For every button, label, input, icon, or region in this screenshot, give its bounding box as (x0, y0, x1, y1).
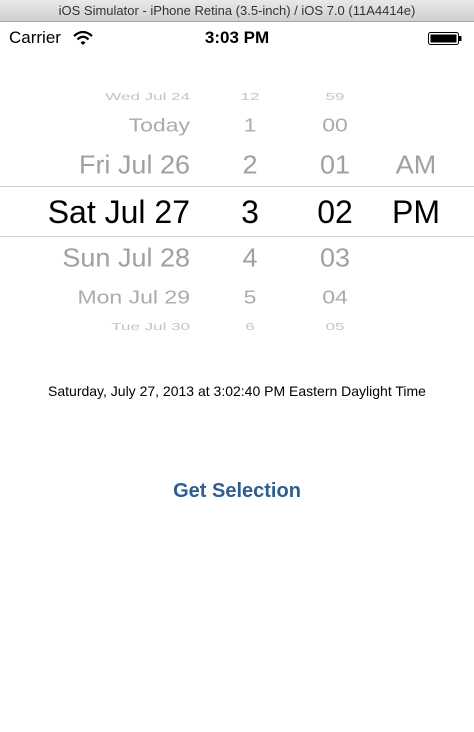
minute-row-selected[interactable]: 02 (295, 196, 375, 228)
simulator-title-bar: iOS Simulator - iPhone Retina (3.5-inch)… (0, 0, 474, 22)
hour-row[interactable]: 6 (210, 321, 290, 331)
hour-row[interactable]: 4 (210, 245, 290, 271)
minute-row[interactable]: 03 (295, 245, 375, 271)
date-row[interactable]: Fri Jul 26 (79, 152, 190, 178)
window-title: iOS Simulator - iPhone Retina (3.5-inch)… (58, 3, 416, 18)
ampm-row[interactable]: AM (376, 152, 456, 178)
date-row[interactable]: Sun Jul 28 (62, 245, 190, 271)
date-row[interactable]: Wed Jul 24 (105, 91, 190, 101)
date-row-selected[interactable]: Sat Jul 27 (48, 196, 190, 228)
hour-row[interactable]: 12 (210, 91, 290, 101)
selection-line-top (0, 186, 474, 187)
battery-icon (428, 32, 462, 45)
status-bar: Carrier 3:03 PM (0, 22, 474, 58)
hour-row[interactable]: 1 (210, 115, 290, 135)
hour-row-selected[interactable]: 3 (210, 196, 290, 228)
date-row[interactable]: Tue Jul 23 (125, 76, 190, 77)
ampm-selected[interactable]: PM (376, 196, 456, 228)
selection-label: Saturday, July 27, 2013 at 3:02:40 PM Ea… (48, 383, 426, 399)
minute-row[interactable]: 59 (295, 91, 375, 101)
status-time: 3:03 PM (204, 28, 270, 47)
minute-row[interactable]: 58 (295, 76, 375, 77)
date-row[interactable]: Mon Jul 29 (77, 287, 190, 307)
minute-row[interactable]: 05 (295, 321, 375, 331)
hour-row[interactable]: 11 (210, 76, 290, 77)
minute-row[interactable]: 04 (295, 287, 375, 307)
date-row[interactable]: Tue Jul 30 (111, 321, 190, 331)
get-selection-button[interactable]: Get Selection (0, 480, 474, 503)
hour-row[interactable]: 2 (210, 152, 290, 178)
hour-row[interactable]: 5 (210, 287, 290, 307)
date-picker[interactable]: Tue Jul 23 Wed Jul 24 Today Fri Jul 26 Sat J… (0, 76, 474, 342)
selection-line-bottom (0, 236, 474, 237)
minute-row[interactable]: 00 (295, 115, 375, 135)
minute-row[interactable]: 01 (295, 152, 375, 178)
date-row[interactable]: Today (129, 115, 190, 135)
